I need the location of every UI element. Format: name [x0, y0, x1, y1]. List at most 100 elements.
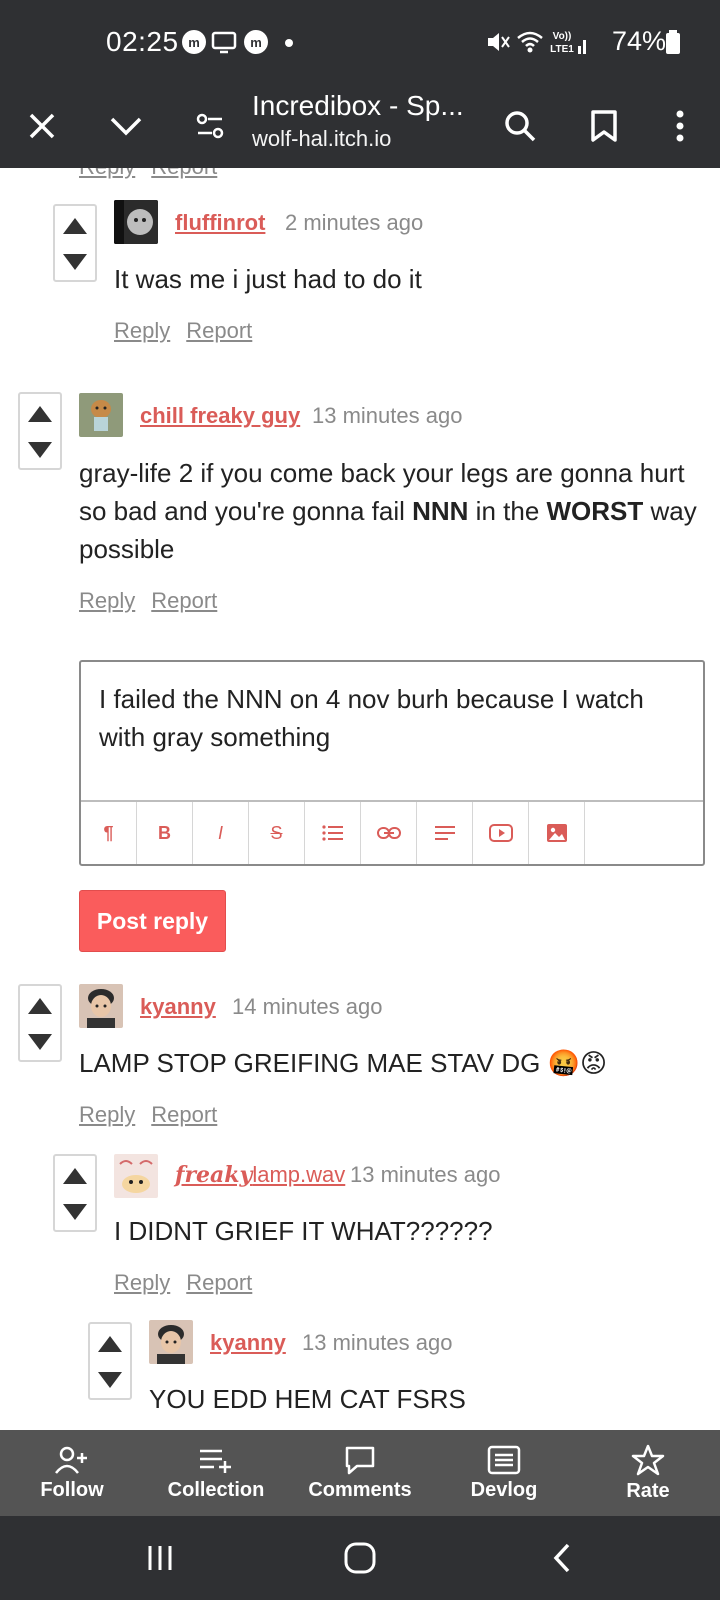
comment-body: I DIDNT GRIEF IT WHAT??????	[114, 1216, 493, 1246]
page-url[interactable]: wolf-hal.itch.io	[252, 126, 391, 152]
avatar[interactable]	[79, 984, 123, 1028]
collection-button[interactable]: Collection	[144, 1430, 288, 1516]
collection-label: Collection	[167, 1478, 265, 1501]
downvote-icon[interactable]	[98, 1372, 122, 1388]
image-icon[interactable]	[529, 802, 585, 864]
app-notification-icon: m	[180, 28, 208, 56]
italic-icon[interactable]: I	[193, 802, 249, 864]
battery-percent: 74%	[612, 26, 667, 56]
paragraph-icon[interactable]: ¶	[81, 802, 137, 864]
rate-label: Rate	[626, 1479, 670, 1502]
list-icon[interactable]	[305, 802, 361, 864]
comments-section: Reply Report fluffinrot 2 minutes ago It …	[0, 168, 720, 1430]
comment-time: 13 minutes ago	[350, 1162, 501, 1187]
comment-body: gray-life 2 if you come back your legs a…	[79, 458, 697, 564]
page-title[interactable]: Incredibox - Sp...	[252, 90, 464, 122]
status-time: 02:25	[106, 26, 179, 57]
upvote-icon[interactable]	[28, 406, 52, 422]
author-prefix: freaky	[175, 1162, 253, 1188]
back-icon[interactable]	[540, 1536, 584, 1580]
bookmark-icon[interactable]	[576, 98, 632, 154]
strikethrough-icon[interactable]: S	[249, 802, 305, 864]
link-icon[interactable]	[361, 802, 417, 864]
close-icon[interactable]	[14, 98, 70, 154]
comments-label: Comments	[308, 1478, 412, 1501]
collection-icon	[200, 1449, 231, 1473]
youtube-icon[interactable]	[473, 802, 529, 864]
vote-widget	[18, 392, 62, 470]
comment-body: LAMP STOP GREIFING MAE STAV DG 🤬😡	[79, 1048, 608, 1078]
star-icon	[631, 1444, 665, 1475]
reply-link[interactable]: Reply	[79, 588, 135, 613]
rate-button[interactable]: Rate	[576, 1430, 720, 1516]
comment-time: 13 minutes ago	[302, 1330, 453, 1355]
upvote-icon[interactable]	[28, 998, 52, 1014]
comment-body: YOU EDD HEM CAT FSRS	[149, 1384, 466, 1414]
site-settings-icon[interactable]	[182, 98, 238, 154]
mute-icon	[484, 28, 512, 56]
downvote-icon[interactable]	[28, 442, 52, 458]
post-reply-button[interactable]: Post reply	[79, 890, 226, 952]
upvote-icon[interactable]	[63, 218, 87, 234]
comment-author[interactable]: freakylamp.wav	[175, 1162, 345, 1188]
comment-author[interactable]: kyanny	[140, 994, 216, 1020]
align-icon[interactable]	[417, 802, 473, 864]
avatar[interactable]	[149, 1320, 193, 1364]
vote-widget	[53, 1154, 97, 1232]
comment-time: 13 minutes ago	[312, 403, 463, 428]
editor-toolbar: ¶ B I S	[81, 800, 703, 864]
follow-icon	[55, 1446, 87, 1474]
dot-icon	[280, 28, 308, 56]
vote-widget	[53, 204, 97, 282]
browser-toolbar: Incredibox - Sp... wolf-hal.itch.io	[0, 84, 720, 168]
avatar[interactable]	[79, 393, 123, 437]
follow-button[interactable]: Follow	[0, 1430, 144, 1516]
reply-link[interactable]: Reply	[79, 1102, 135, 1127]
home-icon[interactable]	[338, 1536, 382, 1580]
comment-author[interactable]: chill freaky guy	[140, 403, 300, 429]
screen-icon	[210, 28, 238, 56]
downvote-icon[interactable]	[63, 254, 87, 270]
svg-text:m: m	[250, 35, 262, 50]
avatar[interactable]	[114, 200, 158, 244]
search-icon[interactable]	[492, 98, 548, 154]
comment-time: 2 minutes ago	[285, 210, 424, 235]
svg-text:LTE1: LTE1	[550, 44, 574, 55]
battery-icon	[664, 28, 682, 56]
reply-link[interactable]: Reply	[114, 1270, 170, 1295]
report-link[interactable]: Report	[186, 318, 252, 343]
comment-author[interactable]: kyanny	[210, 1330, 286, 1356]
app-notification-icon: m	[242, 28, 270, 56]
report-link[interactable]: Report	[151, 1102, 217, 1127]
avatar[interactable]	[114, 1154, 158, 1198]
chevron-down-icon[interactable]	[98, 98, 154, 154]
report-link[interactable]: Report	[151, 588, 217, 613]
comment-actions: Reply Report	[79, 588, 233, 614]
report-link[interactable]: Report	[186, 1270, 252, 1295]
comment-author[interactable]: fluffinrot	[175, 210, 265, 236]
svg-text:Vo)): Vo))	[553, 31, 572, 42]
comment-actions: Reply Report	[79, 168, 233, 180]
reply-link[interactable]: Reply	[79, 168, 135, 179]
comment-actions: Reply Report	[79, 1102, 233, 1128]
upvote-icon[interactable]	[63, 1168, 87, 1184]
reply-input[interactable]: I failed the NNN on 4 nov burh because I…	[99, 680, 689, 756]
follow-label: Follow	[40, 1478, 104, 1501]
comment-actions: Reply Report	[114, 318, 268, 344]
downvote-icon[interactable]	[28, 1034, 52, 1050]
reply-link[interactable]: Reply	[114, 318, 170, 343]
report-link[interactable]: Report	[151, 168, 217, 179]
downvote-icon[interactable]	[63, 1204, 87, 1220]
comments-button[interactable]: Comments	[288, 1430, 432, 1516]
devlog-button[interactable]: Devlog	[432, 1430, 576, 1516]
recent-apps-icon[interactable]	[138, 1536, 182, 1580]
bold-icon[interactable]: B	[137, 802, 193, 864]
game-action-bar: Follow Collection Comments Devlog Rate	[0, 1430, 720, 1516]
reply-editor[interactable]: I failed the NNN on 4 nov burh because I…	[79, 660, 705, 866]
svg-text:m: m	[188, 35, 200, 50]
comment-body: It was me i just had to do it	[114, 264, 422, 294]
upvote-icon[interactable]	[98, 1336, 122, 1352]
volte-icon: Vo)) LTE1	[548, 28, 588, 56]
devlog-icon	[487, 1445, 521, 1474]
more-options-icon[interactable]	[652, 98, 708, 154]
